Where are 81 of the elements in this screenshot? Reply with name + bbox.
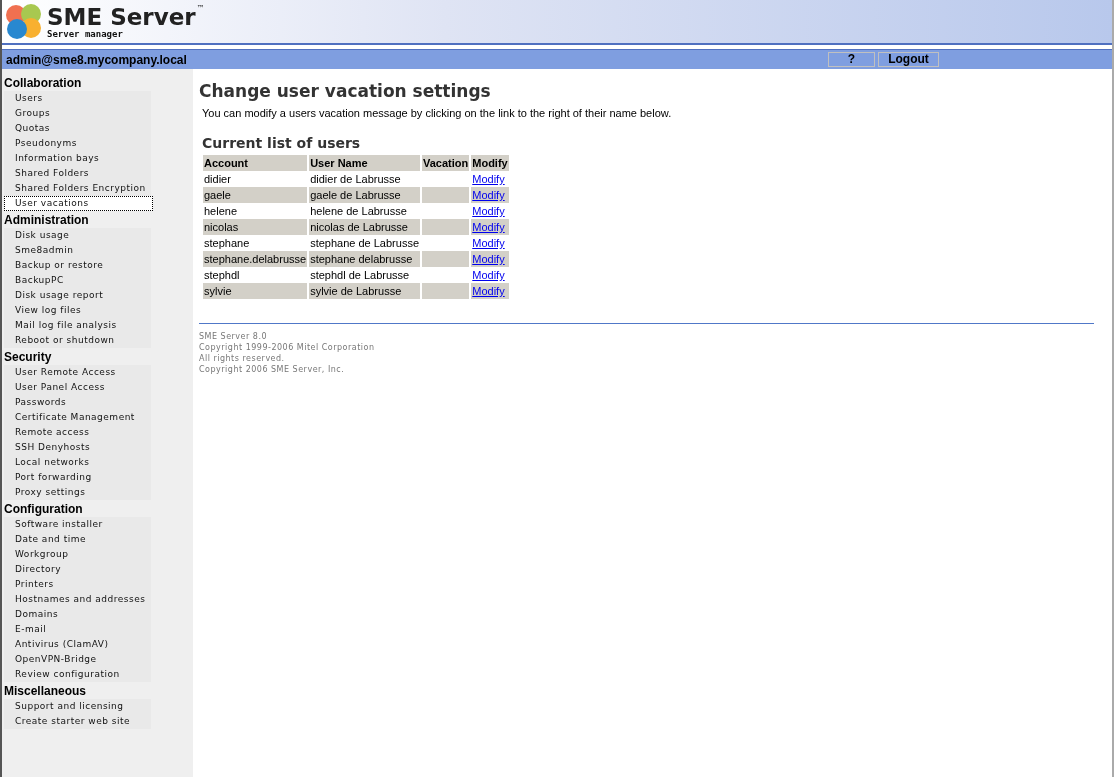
column-header: Modify — [471, 155, 509, 171]
nav-item[interactable]: User Panel Access — [4, 380, 151, 395]
list-title: Current list of users — [202, 135, 362, 151]
nav-item[interactable]: Domains — [4, 607, 151, 622]
nav-item[interactable]: Local networks — [4, 455, 151, 470]
nav-item[interactable]: BackupPC — [4, 273, 151, 288]
section-heading: Security — [3, 350, 53, 365]
nav-item[interactable]: Antivirus (ClamAV) — [4, 637, 151, 652]
table-cell: gaele — [203, 187, 308, 203]
modify-link[interactable]: Modify — [472, 205, 505, 217]
nav-item[interactable]: Reboot or shutdown — [4, 333, 151, 348]
modify-link[interactable]: Modify — [472, 237, 505, 249]
nav-item[interactable]: User Remote Access — [4, 365, 151, 380]
nav-item[interactable]: Disk usage report — [4, 288, 151, 303]
table-cell: nicolas — [203, 219, 308, 235]
column-header: Vacation — [422, 155, 470, 171]
nav-item[interactable]: Certificate Management — [4, 410, 151, 425]
nav-item[interactable]: Port forwarding — [4, 470, 151, 485]
table-cell-text: helene de Labrusse — [309, 204, 408, 219]
nav-item[interactable]: Users — [4, 91, 151, 106]
table-cell: stephane delabrusse — [309, 251, 420, 267]
logo-title: SME Server — [47, 4, 196, 29]
nav-item[interactable]: Create starter web site — [4, 714, 151, 729]
nav-item[interactable]: Printers — [4, 577, 151, 592]
nav-item[interactable]: Shared Folders Encryption — [4, 181, 151, 196]
trademark-mark: ™ — [196, 4, 205, 13]
nav-item[interactable]: Review configuration — [4, 667, 151, 682]
table-cell: gaele de Labrusse — [309, 187, 420, 203]
table-cell-text: stephdl — [203, 268, 241, 283]
nav-item[interactable]: Remote access — [4, 425, 151, 440]
section-heading: Administration — [3, 213, 90, 228]
table-cell: nicolas de Labrusse — [309, 219, 420, 235]
logout-button[interactable]: Logout — [878, 52, 939, 67]
nav-item[interactable]: Quotas — [4, 121, 151, 136]
section-heading: Miscellaneous — [3, 684, 88, 699]
column-header: Account — [203, 155, 308, 171]
nav-item[interactable]: User vacations — [4, 196, 153, 211]
table-cell: sylvie — [203, 283, 308, 299]
modify-link[interactable]: Modify — [472, 173, 505, 185]
nav-item[interactable]: Software installer — [4, 517, 151, 532]
table-cell-text: didier de Labrusse — [309, 172, 402, 187]
help-button[interactable]: ? — [828, 52, 875, 67]
nav-item[interactable]: Workgroup — [4, 547, 151, 562]
nav-item[interactable]: Disk usage — [4, 228, 151, 243]
nav-item[interactable]: View log files — [4, 303, 151, 318]
table-cell: stephane.delabrusse — [203, 251, 308, 267]
table-cell-text: stephane de Labrusse — [309, 236, 420, 251]
logo-subtitle: Server manager — [47, 28, 124, 39]
nav-item[interactable]: Support and licensing — [4, 699, 151, 714]
nav-item[interactable]: Date and time — [4, 532, 151, 547]
user-address: admin@sme8.mycompany.local — [6, 52, 188, 67]
nav-item[interactable]: Backup or restore — [4, 258, 151, 273]
nav-item[interactable]: Passwords — [4, 395, 151, 410]
nav-item[interactable]: Sme8admin — [4, 243, 151, 258]
nav-item[interactable]: Directory — [4, 562, 151, 577]
section-heading: Configuration — [3, 502, 84, 517]
nav-item[interactable]: Pseudonyms — [4, 136, 151, 151]
table-cell-text: didier — [203, 172, 232, 187]
footer-text: All rights reserved. — [199, 353, 286, 364]
nav-item[interactable]: Shared Folders — [4, 166, 151, 181]
description-text: You can modify a users vacation message by clicking on the link to the right of their name below. — [202, 107, 673, 119]
footer-text: SME Server 8.0 — [199, 331, 269, 342]
nav-item[interactable]: Mail log file analysis — [4, 318, 151, 333]
table-cell-text: stephdl de Labrusse — [309, 268, 411, 283]
table-cell-text: helene — [203, 204, 239, 219]
nav-item[interactable]: OpenVPN-Bridge — [4, 652, 151, 667]
nav-item[interactable]: Hostnames and addresses — [4, 592, 151, 607]
footer-text: Copyright 1999-2006 Mitel Corporation — [199, 342, 376, 353]
nav-item[interactable]: Groups — [4, 106, 151, 121]
nav-item[interactable]: Information bays — [4, 151, 151, 166]
nav-item[interactable]: E-mail — [4, 622, 151, 637]
footer-text: Copyright 2006 SME Server, Inc. — [199, 364, 346, 375]
column-header: User Name — [309, 155, 420, 171]
modify-link[interactable]: Modify — [472, 269, 505, 281]
page-title: Change user vacation settings — [199, 81, 492, 101]
section-heading: Collaboration — [3, 76, 83, 91]
colored-spheres-icon — [5, 3, 43, 40]
table-cell: sylvie de Labrusse — [309, 283, 420, 299]
table-cell-text: stephane — [203, 236, 251, 251]
nav-item[interactable]: SSH Denyhosts — [4, 440, 151, 455]
nav-item[interactable]: Proxy settings — [4, 485, 151, 500]
